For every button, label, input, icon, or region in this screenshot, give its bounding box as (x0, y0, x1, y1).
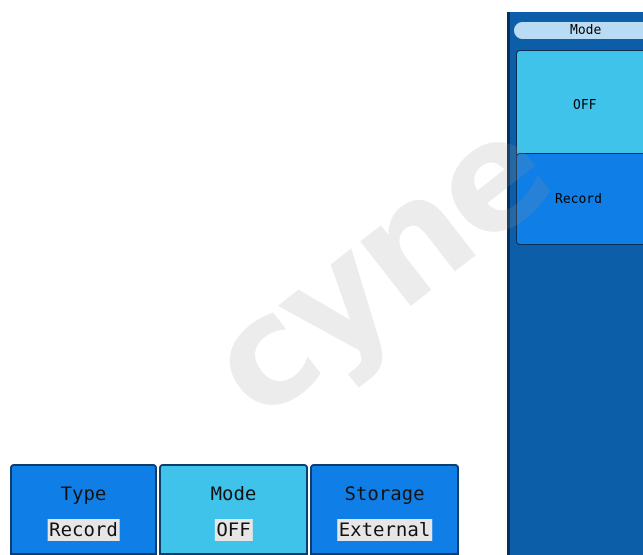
mode-value: OFF (214, 519, 253, 541)
type-label: Type (60, 483, 107, 505)
storage-label: Storage (344, 483, 425, 505)
mode-option-off-button[interactable]: OFF (516, 50, 643, 160)
storage-value: External (336, 519, 433, 541)
mode-option-record-label: Record (555, 191, 602, 207)
mode-label: Mode (210, 483, 257, 505)
side-menu-title: Mode (513, 21, 643, 40)
mode-option-record-button[interactable]: Record (516, 153, 643, 245)
storage-button[interactable]: Storage External (310, 464, 459, 555)
type-button[interactable]: Type Record (10, 464, 157, 555)
bottom-menu-bar: Type Record Mode OFF Storage External (0, 464, 460, 555)
type-value: Record (47, 519, 120, 541)
mode-option-off-label: OFF (573, 97, 597, 113)
mode-button[interactable]: Mode OFF (159, 464, 308, 555)
side-menu-panel: Mode OFF Record (507, 12, 643, 555)
